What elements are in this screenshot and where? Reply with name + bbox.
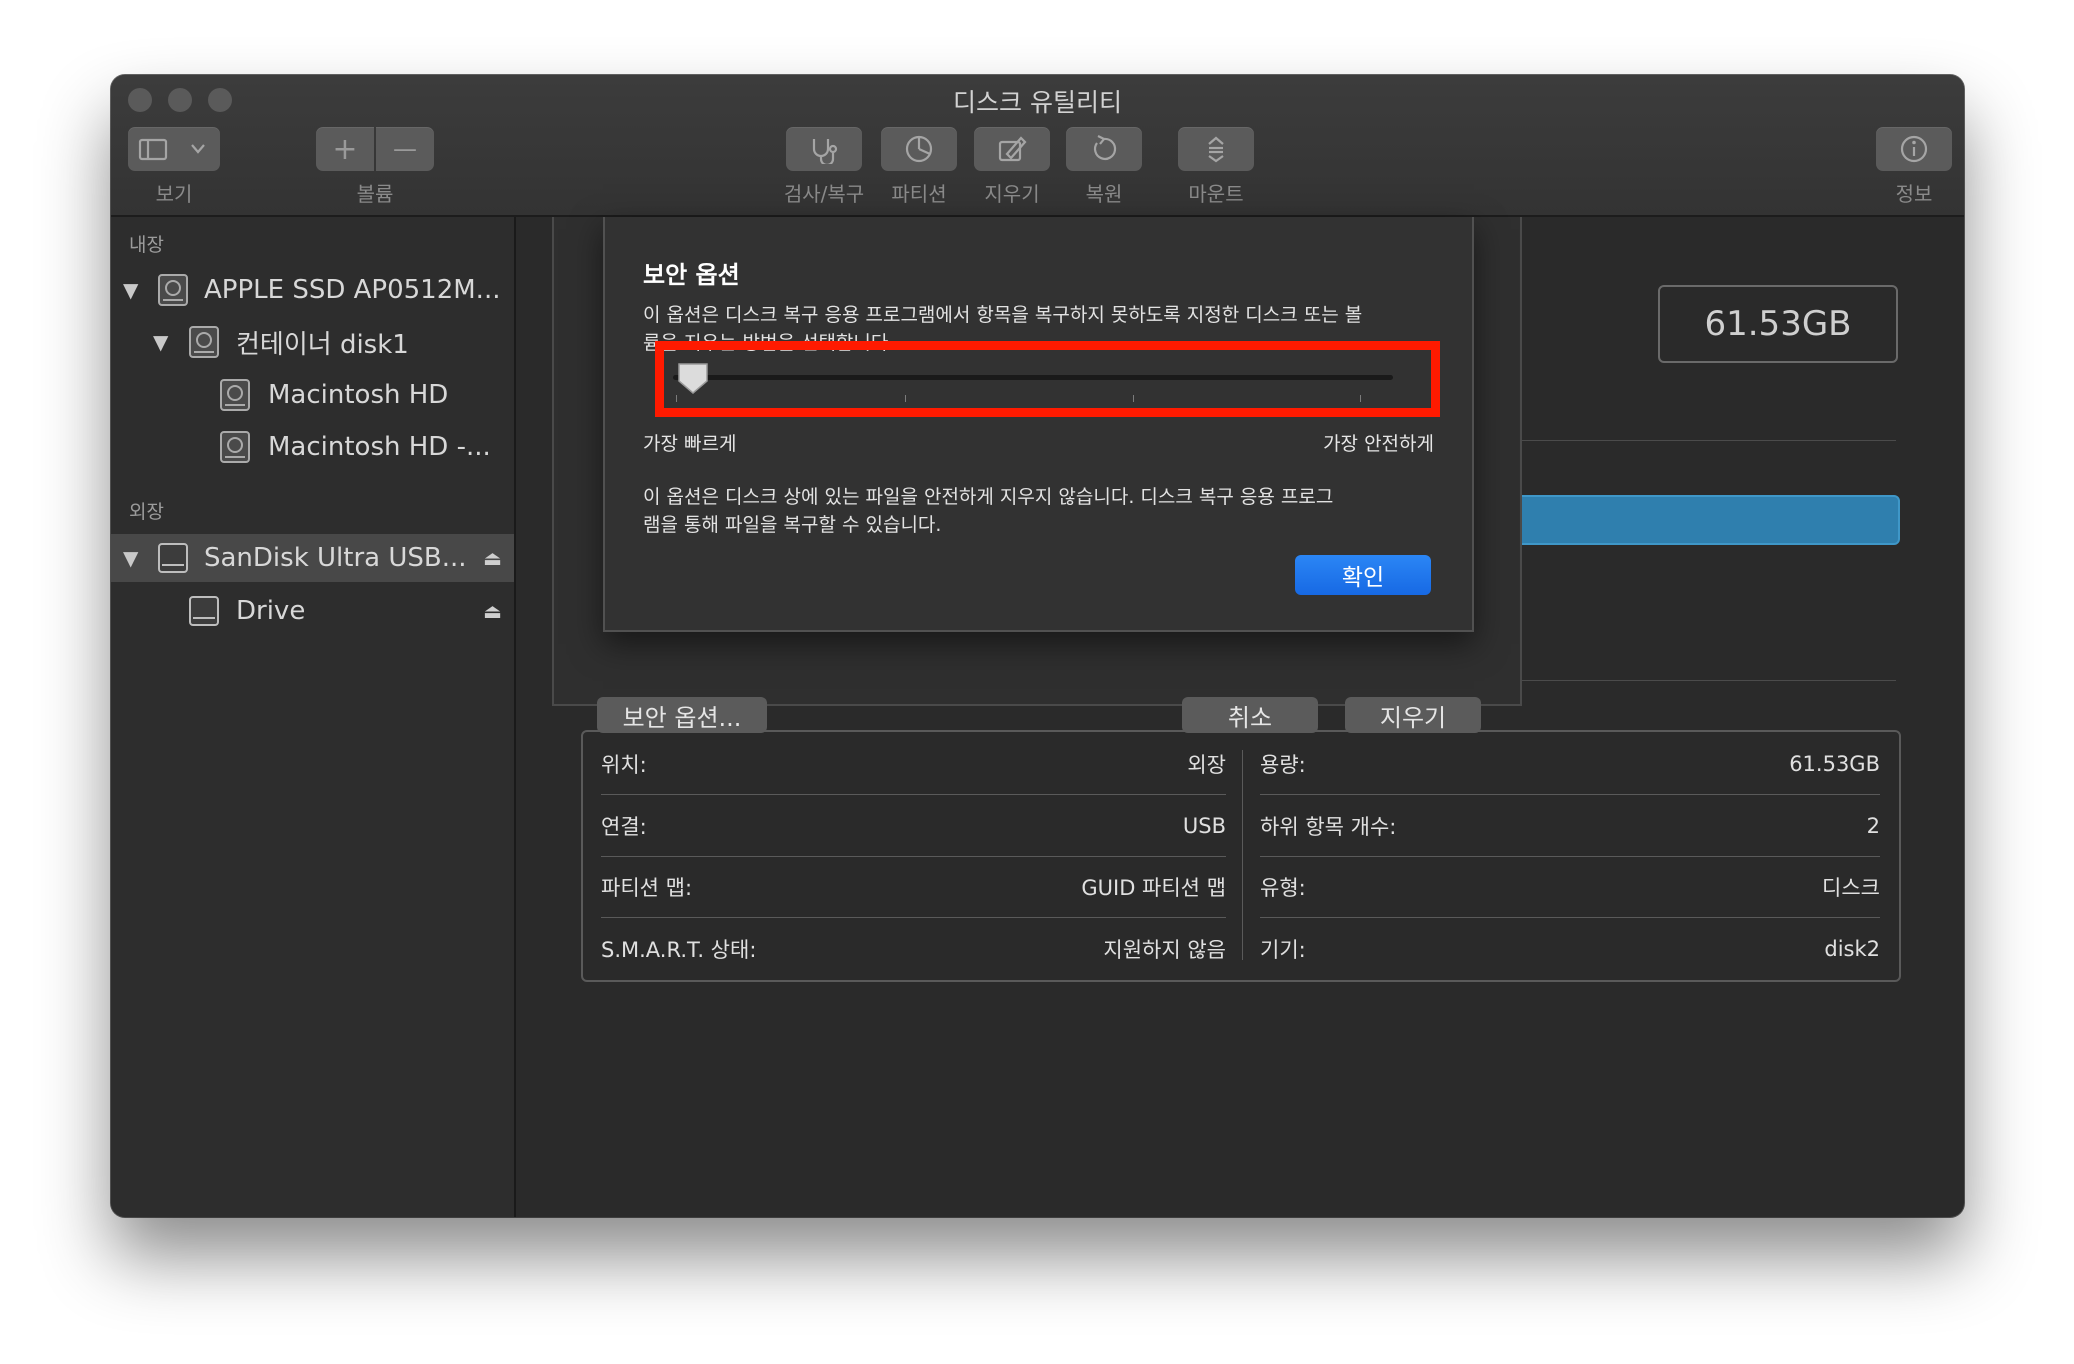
sidebar: 내장 ▼ APPLE SSD AP0512M... ▼ 컨테이너 disk1 M… [111,217,516,1217]
restore-icon [1094,135,1117,160]
sidebar-item-label: SanDisk Ultra USB... [204,543,467,573]
volume-icon [220,379,250,411]
restore-label: 복원 [1085,182,1123,206]
info-row-children: 하위 항목 개수: 2 [1260,795,1880,856]
security-options-button[interactable]: 보안 옵션... [597,697,767,733]
sidebar-item-label: Drive [236,596,306,626]
info-key: 연결: [601,814,647,839]
info-value: 디스크 [1822,875,1880,900]
slider-min-label: 가장 빠르게 [643,433,737,455]
info-key: 위치: [601,752,647,777]
eject-icon[interactable]: ⏏ [483,599,502,623]
view-button[interactable] [128,127,220,171]
info-key: 파티션 맵: [601,875,693,900]
sidebar-item-label: Macintosh HD [268,380,449,410]
detail-line: 이 옵션은 디스크 상에 있는 파일을 안전하게 지우지 않습니다. 디스크 복… [643,486,1334,508]
sidebar-item-label: Macintosh HD -... [268,432,491,462]
mount-label: 마운트 [1188,182,1244,206]
disclosure-triangle-icon[interactable]: ▼ [123,546,138,570]
sidebar-item-label: 컨테이너 disk1 [236,329,409,360]
minus-icon: — [393,135,417,163]
sidebar-item-drive[interactable]: Drive ⏏ [111,587,514,635]
volume-icon [220,431,250,463]
info-icon [1900,135,1928,163]
external-volume-icon [189,596,219,626]
plus-icon: + [332,131,358,167]
info-key: 기기: [1260,937,1306,962]
disk-info-table: 위치: 외장 연결: USB 파티션 맵: GUID 파티션 맵 S.M.A.R… [581,730,1901,982]
sidebar-item-macintosh-hd-data[interactable]: Macintosh HD -... [111,423,514,471]
erase-toolbar-label: 지우기 [984,182,1040,206]
disk-utility-window: 디스크 유틸리티 보기 + — 볼륨 검사/복구 파티션 지우기 복원 마운트 … [111,75,1964,1217]
erase-icon [998,136,1027,162]
info-value: disk2 [1824,936,1880,961]
sidebar-item-apple-ssd[interactable]: ▼ APPLE SSD AP0512M... [111,266,514,314]
erase-button[interactable]: 지우기 [1345,697,1481,733]
info-row-partition-map: 파티션 맵: GUID 파티션 맵 [601,856,1226,917]
info-value: 2 [1866,813,1880,838]
info-value: 외장 [1187,752,1226,777]
info-key: S.M.A.R.T. 상태: [601,937,757,962]
info-row-capacity: 용량: 61.53GB [1260,733,1880,794]
pie-chart-icon [905,135,933,163]
stethoscope-icon [812,139,838,164]
info-key: 유형: [1260,875,1306,900]
cancel-button[interactable]: 취소 [1182,697,1318,733]
sidebar-toggle-icon [138,138,205,161]
volume-label: 볼륨 [356,182,394,206]
titlebar: 디스크 유틸리티 보기 + — 볼륨 검사/복구 파티션 지우기 복원 마운트 … [111,75,1964,217]
info-row-smart: S.M.A.R.T. 상태: 지원하지 않음 [601,918,1226,979]
info-value: 지원하지 않음 [1103,937,1226,962]
info-value: USB [1182,813,1226,838]
info-value: GUID 파티션 맵 [1081,875,1226,900]
sidebar-section-internal: 내장 [129,234,164,256]
view-label: 보기 [155,182,193,206]
add-volume-button[interactable]: + [316,127,374,171]
description-line: 이 옵션은 디스크 복구 응용 프로그램에서 항목을 복구하지 못하도록 지정한… [643,304,1363,326]
security-options-dialog: 보안 옵션 이 옵션은 디스크 복구 응용 프로그램에서 항목을 복구하지 못하… [603,217,1474,632]
container-icon [189,326,219,358]
restore-button[interactable] [1066,127,1142,171]
detail-line: 램을 통해 파일을 복구할 수 있습니다. [643,514,942,536]
eject-icon[interactable]: ⏏ [483,546,502,570]
info-row-device: 기기: disk2 [1260,918,1880,979]
partition-label: 파티션 [891,182,947,206]
sidebar-section-external: 외장 [129,501,164,523]
divider [1511,680,1896,681]
internal-disk-icon [158,274,188,306]
external-disk-icon [158,543,188,573]
info-label: 정보 [1895,182,1933,206]
info-button[interactable] [1876,127,1952,171]
sidebar-item-macintosh-hd[interactable]: Macintosh HD [111,371,514,419]
slider-max-label: 가장 안전하게 [1323,433,1434,455]
partition-button[interactable] [881,127,957,171]
mount-icon [1208,136,1224,163]
dialog-title: 보안 옵션 [643,261,740,289]
remove-volume-button[interactable]: — [376,127,434,171]
window-title: 디스크 유틸리티 [953,88,1122,117]
sidebar-item-sandisk-usb[interactable]: ▼ SanDisk Ultra USB... ⏏ [111,534,514,582]
info-value: 61.53GB [1789,751,1880,776]
disk-capacity-display: 61.53GB [1658,285,1898,363]
ok-button[interactable]: 확인 [1295,555,1431,595]
dialog-detail: 이 옵션은 디스크 상에 있는 파일을 안전하게 지우지 않습니다. 디스크 복… [643,483,1443,539]
sidebar-item-container-disk1[interactable]: ▼ 컨테이너 disk1 [111,318,514,366]
first-aid-label: 검사/복구 [783,182,865,206]
info-row-type: 유형: 디스크 [1260,856,1880,917]
usage-bar [1511,495,1900,545]
info-key: 하위 항목 개수: [1260,814,1397,839]
info-row-location: 위치: 외장 [601,733,1226,794]
column-divider [1242,750,1243,960]
first-aid-button[interactable] [786,127,862,171]
info-row-connection: 연결: USB [601,795,1226,856]
info-key: 용량: [1260,752,1306,777]
divider [1511,440,1896,441]
annotation-highlight-box [655,341,1440,417]
disclosure-triangle-icon[interactable]: ▼ [123,278,138,302]
erase-toolbar-button[interactable] [974,127,1050,171]
sidebar-item-label: APPLE SSD AP0512M... [204,275,501,305]
mount-button[interactable] [1178,127,1254,171]
disclosure-triangle-icon[interactable]: ▼ [153,330,168,354]
